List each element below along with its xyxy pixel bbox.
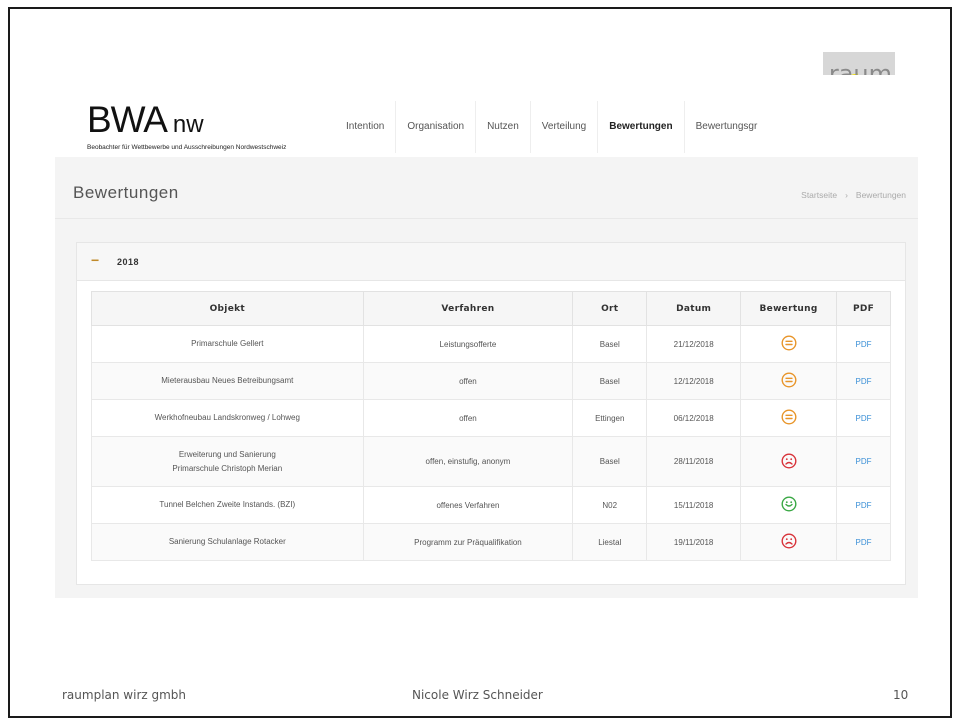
cell-bewertung <box>740 523 838 561</box>
site-logo[interactable]: BWA nw Beobachter für Wettbewerbe und Aus… <box>87 101 286 151</box>
cell-ort: Basel <box>572 325 648 363</box>
column-header-pdf[interactable]: PDF <box>836 291 891 326</box>
cell-pdf: PDF <box>836 436 891 487</box>
nav-item-bewertungsgrundlagen[interactable]: Bewertungsgr <box>683 101 769 153</box>
cell-objekt: Mieterausbau Neues Betreibungsamt <box>91 362 364 400</box>
cell-datum: 15/11/2018 <box>646 486 742 524</box>
cell-pdf: PDF <box>836 325 891 363</box>
table-row: Tunnel Belchen Zweite Instands. (BZI) of… <box>91 486 891 524</box>
footer-company: raumplan wirz gmbh <box>62 688 187 702</box>
nav-item-verteilung[interactable]: Verteilung <box>529 101 597 153</box>
pdf-link[interactable]: PDF <box>856 414 872 423</box>
cell-verfahren: Programm zur Präqualifikation <box>362 523 574 561</box>
pdf-link[interactable]: PDF <box>856 377 872 386</box>
site-logo-subtitle: Beobachter für Wettbewerbe und Ausschrei… <box>87 144 287 151</box>
breadcrumb-home-link[interactable]: Startseite <box>801 190 837 200</box>
cell-verfahren: offenes Verfahren <box>362 486 574 524</box>
objekt-line: Primarschule Christoph Merian <box>172 463 283 473</box>
cell-datum: 19/11/2018 <box>646 523 742 561</box>
sad-face-icon <box>781 452 797 471</box>
cell-bewertung <box>740 399 838 437</box>
website-screenshot: BWA nw Beobachter für Wettbewerbe und Aus… <box>55 75 918 598</box>
cell-ort: N02 <box>572 486 648 524</box>
cell-pdf: PDF <box>836 399 891 437</box>
cell-objekt: Primarschule Gellert <box>91 325 364 363</box>
objekt-line: Sanierung Schulanlage Rotacker <box>168 537 286 546</box>
column-header-bewertung[interactable]: Bewertung <box>740 291 838 326</box>
column-header-datum[interactable]: Datum <box>646 291 742 326</box>
pdf-link[interactable]: PDF <box>856 457 872 466</box>
objekt-line: Werkhofneubau Landskronweg / Lohweg <box>154 413 300 422</box>
table-row: Mieterausbau Neues Betreibungsamt offen … <box>91 362 891 400</box>
cell-objekt: Werkhofneubau Landskronweg / Lohweg <box>91 399 364 437</box>
cell-datum: 12/12/2018 <box>646 362 742 400</box>
page-title: Bewertungen <box>73 183 179 202</box>
table-header-row: Objekt Verfahren Ort Datum Bewertung PDF <box>91 291 891 326</box>
footer-page-number: 10 <box>893 688 909 702</box>
cell-pdf: PDF <box>836 486 891 524</box>
objekt-line: Erweiterung und Sanierung <box>178 449 276 459</box>
pdf-link[interactable]: PDF <box>856 501 872 510</box>
nav-item-intention[interactable]: Intention <box>335 101 395 153</box>
objekt-line: Primarschule Gellert <box>191 339 264 348</box>
cell-pdf: PDF <box>836 362 891 400</box>
footer-author: Nicole Wirz Schneider <box>412 688 543 702</box>
cell-verfahren: offen, einstufig, anonym <box>362 436 574 487</box>
pdf-link[interactable]: PDF <box>856 340 872 349</box>
table-row: Werkhofneubau Landskronweg / Lohweg offe… <box>91 399 891 437</box>
neutral-face-icon <box>781 409 797 427</box>
cell-verfahren: offen <box>362 362 574 400</box>
column-header-ort[interactable]: Ort <box>572 291 648 326</box>
sad-face-icon <box>781 533 797 551</box>
cell-objekt: Tunnel Belchen Zweite Instands. (BZI) <box>91 486 364 524</box>
page-title-bar: Bewertungen Startseite › Bewertungen <box>55 157 918 219</box>
cell-bewertung <box>740 362 838 400</box>
table-row: Sanierung Schulanlage Rotacker Programm … <box>91 523 891 561</box>
cell-datum: 06/12/2018 <box>646 399 742 437</box>
cell-bewertung <box>740 436 838 487</box>
site-header: BWA nw Beobachter für Wettbewerbe und Aus… <box>55 75 918 157</box>
nav-item-bewertungen[interactable]: Bewertungen <box>597 101 683 153</box>
table-row: Primarschule Gellert Leistungsofferte Ba… <box>91 325 891 363</box>
cell-bewertung <box>740 325 838 363</box>
cell-datum: 21/12/2018 <box>646 325 742 363</box>
table-row: Erweiterung und Sanierung Primarschule Ch… <box>91 436 891 487</box>
panel-year-label: 2018 <box>117 257 140 267</box>
breadcrumb-current: Bewertungen <box>855 190 906 200</box>
objekt-line: Mieterausbau Neues Betreibungsamt <box>161 376 294 385</box>
cell-verfahren: offen <box>362 399 574 437</box>
year-panel: − 2018 Objekt Verfahren Ort Datum Bewert… <box>76 242 906 585</box>
nav-item-organisation[interactable]: Organisation <box>395 101 475 153</box>
ratings-table: Objekt Verfahren Ort Datum Bewertung PDF… <box>91 291 891 561</box>
objekt-line: Tunnel Belchen Zweite Instands. (BZI) <box>159 500 296 509</box>
happy-face-icon <box>781 496 797 514</box>
cell-pdf: PDF <box>836 523 891 561</box>
pdf-link[interactable]: PDF <box>856 538 872 547</box>
cell-datum: 28/11/2018 <box>646 436 742 487</box>
breadcrumb-separator: › <box>845 190 848 200</box>
cell-objekt: Erweiterung und Sanierung Primarschule Ch… <box>91 436 364 487</box>
cell-bewertung <box>740 486 838 524</box>
neutral-face-icon <box>781 335 797 353</box>
cell-ort: Basel <box>572 436 648 487</box>
cell-ort: Basel <box>572 362 648 400</box>
breadcrumb: Startseite › Bewertungen <box>801 190 906 200</box>
site-logo-title: BWA nw <box>87 99 204 140</box>
cell-ort: Ettingen <box>572 399 648 437</box>
main-nav: Intention Organisation Nutzen Verteilung… <box>335 101 768 153</box>
collapse-icon[interactable]: − <box>91 252 99 268</box>
cell-objekt: Sanierung Schulanlage Rotacker <box>91 523 364 561</box>
column-header-objekt[interactable]: Objekt <box>91 291 364 326</box>
year-panel-header[interactable]: − 2018 <box>77 243 905 281</box>
cell-verfahren: Leistungsofferte <box>362 325 574 363</box>
cell-ort: Liestal <box>572 523 648 561</box>
nav-item-nutzen[interactable]: Nutzen <box>475 101 530 153</box>
column-header-verfahren[interactable]: Verfahren <box>362 291 574 326</box>
neutral-face-icon <box>781 372 797 390</box>
